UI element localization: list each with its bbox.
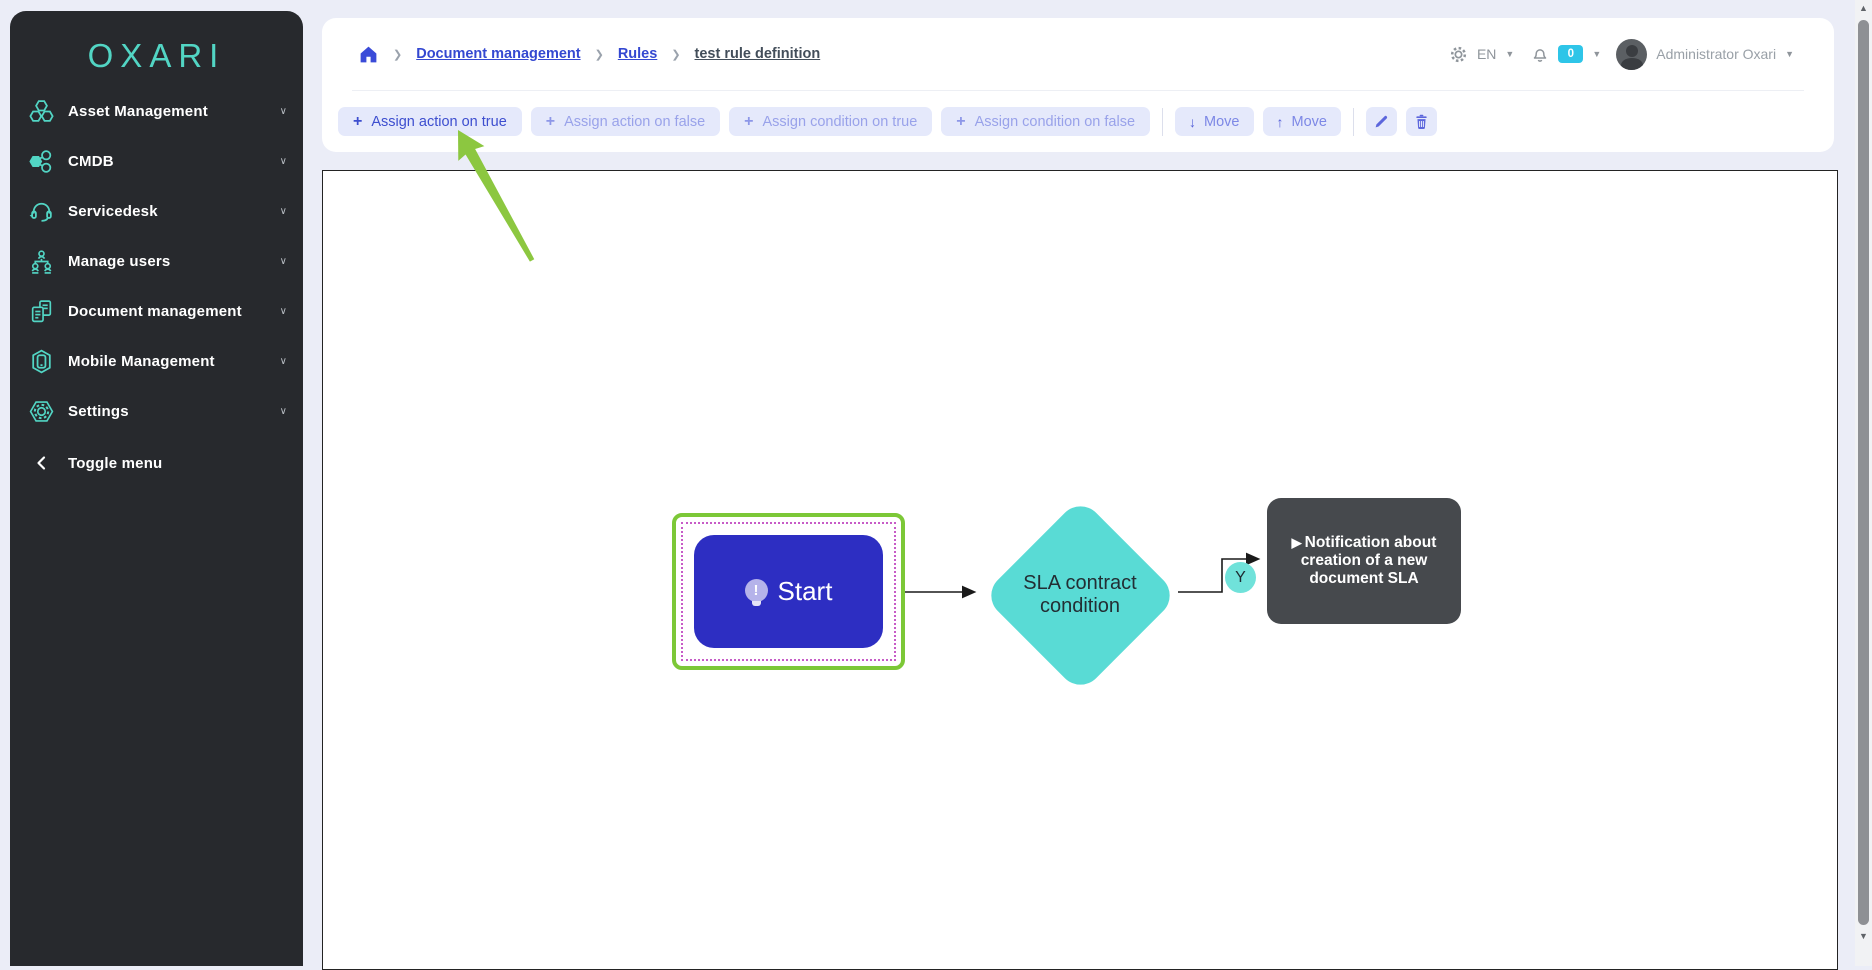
sidebar-item-mobile-management[interactable]: Mobile Management ∨	[10, 336, 303, 386]
breadcrumb-separator: ❯	[671, 48, 680, 61]
toolbar: + Assign action on true + Assign action …	[322, 91, 1834, 136]
start-node-selection[interactable]: ! Start	[672, 513, 905, 670]
breadcrumb-link-rules[interactable]: Rules	[618, 46, 658, 62]
sidebar-item-label: Document management	[68, 303, 280, 320]
chevron-down-icon: ∨	[280, 406, 287, 417]
sidebar-item-cmdb[interactable]: CMDB ∨	[10, 136, 303, 186]
branch-true-label[interactable]: Y	[1225, 562, 1256, 593]
sidebar-item-manage-users[interactable]: Manage users ∨	[10, 236, 303, 286]
pencil-icon	[1373, 113, 1390, 130]
cmdb-icon	[28, 148, 55, 175]
breadcrumb-current: test rule definition	[695, 46, 821, 62]
bulb-icon: !	[745, 579, 768, 604]
breadcrumb-separator: ❯	[595, 48, 604, 61]
trash-icon	[1413, 113, 1430, 130]
bell-icon[interactable]	[1531, 45, 1549, 63]
plus-icon: +	[956, 113, 965, 131]
chevron-down-icon[interactable]: ▼	[1785, 49, 1794, 59]
mobile-management-icon	[28, 348, 55, 375]
action-node[interactable]: ▶Notification about creation of a new do…	[1267, 498, 1461, 624]
move-up-button[interactable]: ↑ Move	[1263, 107, 1341, 136]
delete-button[interactable]	[1406, 107, 1437, 136]
plus-icon: +	[353, 113, 362, 131]
language-selector[interactable]: EN	[1477, 46, 1496, 62]
avatar[interactable]	[1616, 39, 1647, 70]
sidebar-item-label: Settings	[68, 403, 280, 420]
sidebar-item-label: Servicedesk	[68, 203, 280, 220]
chevron-down-icon[interactable]: ▼	[1505, 49, 1514, 59]
chevron-down-icon: ∨	[280, 156, 287, 167]
page-scrollbar[interactable]: ▲ ▼	[1855, 0, 1872, 966]
sidebar-item-document-management[interactable]: Document management ∨	[10, 286, 303, 336]
chevron-down-icon: ∨	[280, 356, 287, 367]
chevron-down-icon: ∨	[280, 256, 287, 267]
play-icon: ▶	[1292, 535, 1302, 550]
start-node-label: Start	[778, 576, 833, 607]
servicedesk-icon	[28, 198, 55, 225]
sidebar-nav: Asset Management ∨ CMDB ∨	[10, 86, 303, 488]
chevron-down-icon: ∨	[280, 306, 287, 317]
plus-icon: +	[546, 113, 555, 131]
chevron-down-icon[interactable]: ▼	[1592, 49, 1601, 59]
sidebar-item-label: Mobile Management	[68, 353, 280, 370]
assign-condition-on-false-button[interactable]: + Assign condition on false	[941, 107, 1150, 136]
home-icon[interactable]	[358, 44, 379, 65]
plus-icon: +	[744, 113, 753, 131]
username-label: Administrator Oxari	[1656, 46, 1776, 62]
toggle-menu-label: Toggle menu	[68, 455, 287, 472]
chevron-down-icon: ∨	[280, 206, 287, 217]
user-zone: EN ▼ 0 ▼ Administrator Oxari ▼	[1449, 39, 1794, 70]
sidebar-item-asset-management[interactable]: Asset Management ∨	[10, 86, 303, 136]
oxari-logo: OXARI	[10, 37, 303, 75]
toolbar-separator	[1353, 108, 1354, 136]
document-management-icon	[28, 298, 55, 325]
breadcrumb-row: ❯ Document management ❯ Rules ❯ test rul…	[322, 18, 1834, 90]
sidebar-item-label: Asset Management	[68, 103, 280, 120]
breadcrumb: ❯ Document management ❯ Rules ❯ test rul…	[358, 44, 1449, 65]
asset-management-icon	[28, 98, 55, 125]
sidebar-item-label: CMDB	[68, 153, 280, 170]
sidebar-item-settings[interactable]: Settings ∨	[10, 386, 303, 436]
chevron-left-icon	[28, 450, 55, 477]
arrow-down-icon: ↓	[1189, 114, 1196, 130]
edit-button[interactable]	[1366, 107, 1397, 136]
assign-action-on-true-button[interactable]: + Assign action on true	[338, 107, 522, 136]
move-down-button[interactable]: ↓ Move	[1175, 107, 1253, 136]
breadcrumb-link-document-management[interactable]: Document management	[416, 46, 580, 62]
action-node-label: ▶Notification about creation of a new do…	[1281, 534, 1447, 588]
toolbar-separator	[1162, 108, 1163, 136]
notification-count-badge[interactable]: 0	[1558, 45, 1583, 63]
toggle-menu-button[interactable]: Toggle menu	[10, 438, 303, 488]
settings-icon	[28, 398, 55, 425]
rule-flow-canvas[interactable]: ! Start SLA contract condition Y ▶Notifi…	[322, 170, 1838, 970]
start-node[interactable]: ! Start	[694, 535, 883, 648]
scroll-down-arrow[interactable]: ▼	[1859, 928, 1868, 945]
breadcrumb-separator: ❯	[393, 48, 402, 61]
gear-icon[interactable]	[1449, 45, 1468, 64]
manage-users-icon	[28, 248, 55, 275]
arrow-up-icon: ↑	[1277, 114, 1284, 130]
assign-condition-on-true-button[interactable]: + Assign condition on true	[729, 107, 932, 136]
scroll-up-arrow[interactable]: ▲	[1859, 0, 1868, 17]
sidebar: OXARI Asset Management ∨ CMDB ∨	[10, 11, 303, 966]
sidebar-item-label: Manage users	[68, 253, 280, 270]
sidebar-item-servicedesk[interactable]: Servicedesk ∨	[10, 186, 303, 236]
start-node-dotted-outline: ! Start	[681, 522, 896, 661]
scrollbar-thumb[interactable]	[1858, 20, 1869, 925]
assign-action-on-false-button[interactable]: + Assign action on false	[531, 107, 720, 136]
condition-node-label[interactable]: SLA contract condition	[1000, 572, 1160, 618]
header-card: ❯ Document management ❯ Rules ❯ test rul…	[322, 18, 1834, 152]
chevron-down-icon: ∨	[280, 106, 287, 117]
